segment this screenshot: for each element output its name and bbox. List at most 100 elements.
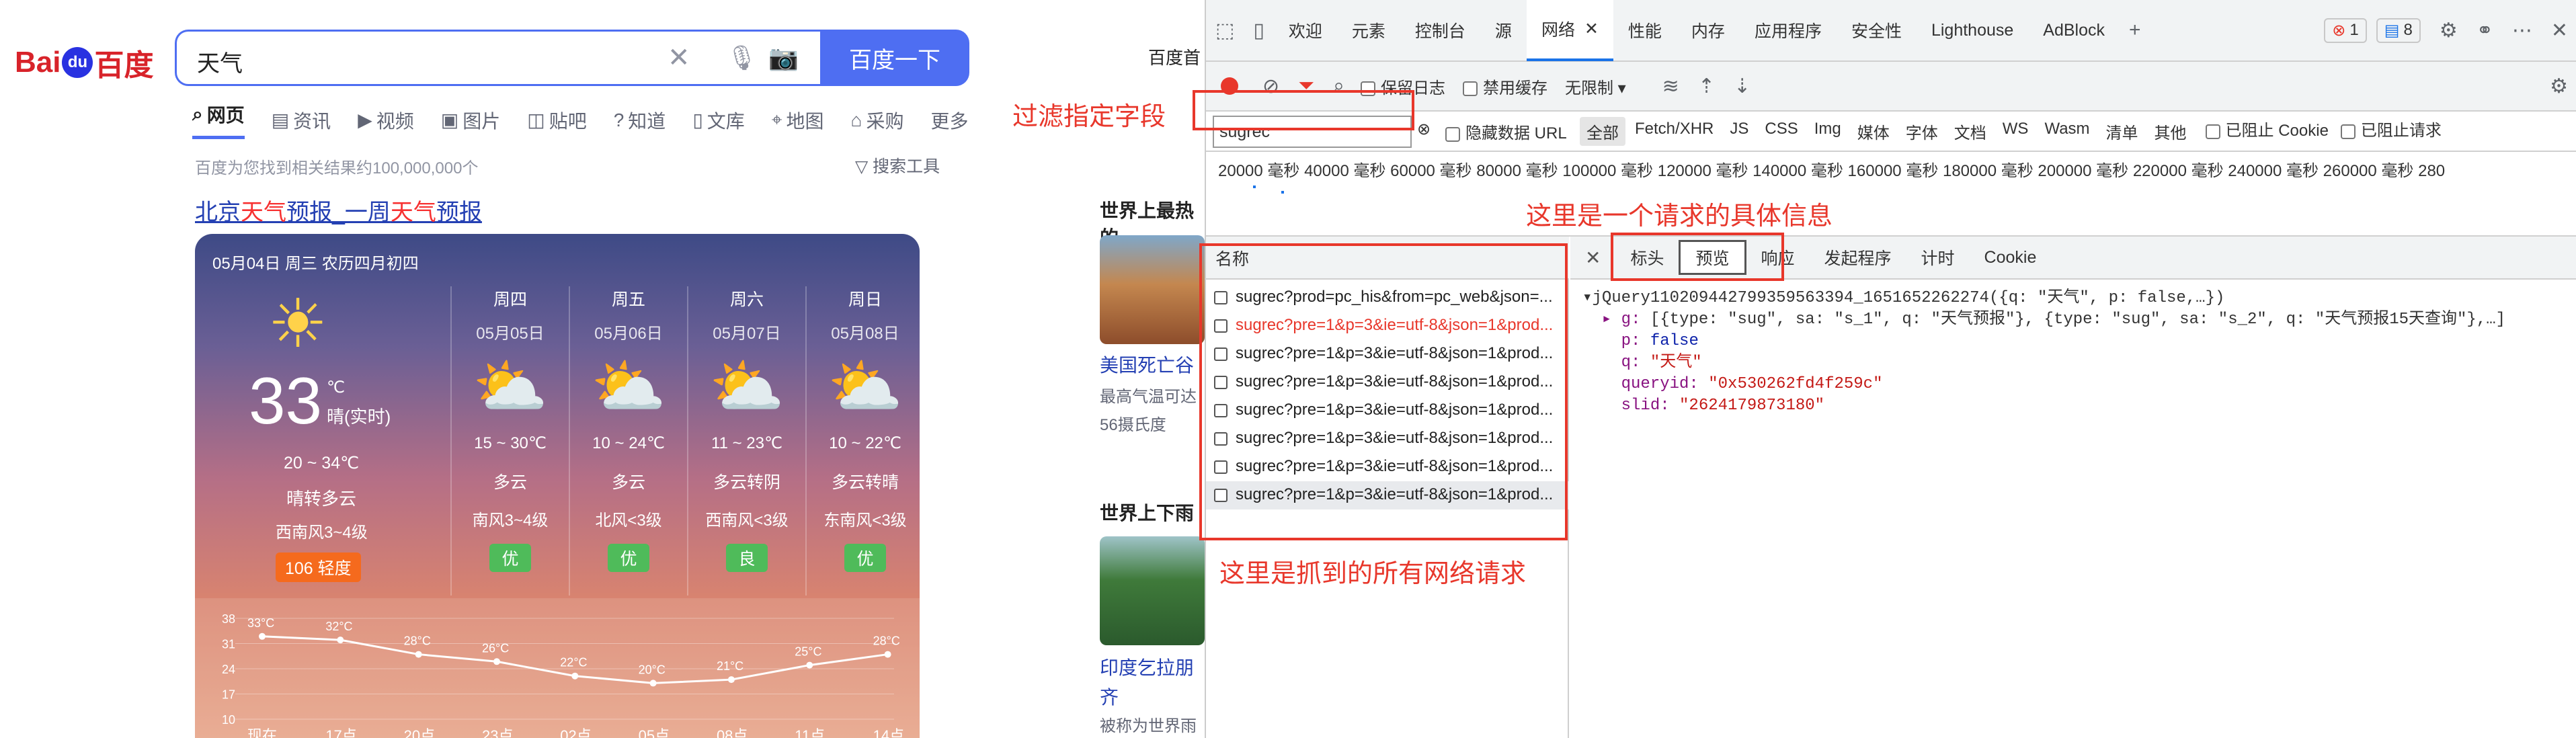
cherrapunji-image[interactable] bbox=[1100, 536, 1205, 645]
time-tick-label: 14点 bbox=[873, 727, 904, 738]
filter-wasm[interactable]: Wasm bbox=[2038, 117, 2096, 146]
tab-wenku[interactable]: ▯ 文库 bbox=[692, 101, 744, 139]
preview-slid-line: slid: "2624179873180" bbox=[1621, 397, 1825, 415]
gear-icon[interactable]: ⚙ bbox=[2430, 19, 2467, 42]
sun-icon: ☀ bbox=[268, 286, 328, 362]
camera-icon[interactable]: 📷 bbox=[768, 44, 799, 72]
close-detail-icon[interactable]: ✕ bbox=[1570, 247, 1615, 269]
preview-json-tree[interactable]: ▾jQuery110209442799359563394_16516522622… bbox=[1582, 288, 2505, 417]
tab-sources[interactable]: 源 bbox=[1480, 0, 1527, 61]
filter-ws[interactable]: WS bbox=[1996, 117, 2036, 146]
add-tab-icon[interactable]: + bbox=[2120, 19, 2150, 42]
image-icon: ▣ bbox=[440, 110, 459, 130]
tab-news[interactable]: ▤ 资讯 bbox=[272, 101, 331, 139]
related-link-cherrapunji-cont[interactable]: 齐 bbox=[1100, 683, 1119, 710]
tab-initiator[interactable]: 发起程序 bbox=[1810, 236, 1906, 279]
filter-font[interactable]: 字体 bbox=[1899, 117, 1945, 146]
tab-images[interactable]: ▣ 图片 bbox=[441, 101, 500, 139]
filter-js[interactable]: JS bbox=[1723, 117, 1755, 146]
tab-cookies[interactable]: Cookie bbox=[1970, 236, 2052, 279]
day-range: 10 ~ 22℃ bbox=[829, 434, 901, 452]
tab-map[interactable]: ⌖ 地图 bbox=[772, 101, 824, 139]
inspect-element-icon[interactable]: ⬚ bbox=[1206, 19, 1244, 42]
upload-icon[interactable]: ⇡ bbox=[1689, 75, 1724, 98]
tab-network[interactable]: 网络 ✕ bbox=[1526, 0, 1613, 61]
clear-icon[interactable]: ✕ bbox=[668, 42, 690, 73]
timeline-ticks: 20000 毫秒 40000 毫秒 60000 毫秒 80000 毫秒 1000… bbox=[1218, 162, 2446, 180]
preview-root-line[interactable]: ▾jQuery110209442799359563394_16516522622… bbox=[1582, 288, 2505, 309]
temp-data-label: 20°C bbox=[639, 663, 666, 676]
download-icon[interactable]: ⇣ bbox=[1724, 75, 1760, 98]
day-date: 05月08日 bbox=[831, 325, 899, 343]
baidu-home-link[interactable]: 百度首 bbox=[1148, 44, 1201, 69]
tab-video[interactable]: ▶ 视频 bbox=[358, 101, 414, 139]
wifi-icon[interactable]: ≋ bbox=[1653, 75, 1689, 98]
search-button[interactable]: 百度一下 bbox=[820, 30, 969, 86]
tab-purchase[interactable]: ⌂ 采购 bbox=[851, 101, 904, 139]
resource-type-filters: 全部 Fetch/XHR JS CSS Img 媒体 字体 文档 WS Wasm… bbox=[1580, 117, 2442, 146]
tab-performance[interactable]: 性能 bbox=[1613, 0, 1677, 61]
filter-css[interactable]: CSS bbox=[1758, 117, 1804, 146]
preview-g-line[interactable]: ▸ g: [{type: "sug", sa: "s_1", q: "天气预报"… bbox=[1582, 309, 2505, 331]
tab-web[interactable]: ⌕ 网页 bbox=[192, 101, 245, 139]
checkbox-icon bbox=[2340, 124, 2356, 139]
tab-timing[interactable]: 计时 bbox=[1906, 236, 1970, 279]
search-input[interactable]: 天气 ✕ 🎙 📷 bbox=[175, 30, 820, 86]
tab-adblock[interactable]: AdBlock bbox=[2028, 0, 2120, 61]
tab-lighthouse[interactable]: Lighthouse bbox=[1917, 0, 2028, 61]
tab-memory[interactable]: 内存 bbox=[1677, 0, 1740, 61]
temp-point bbox=[493, 658, 500, 665]
tab-tieba[interactable]: ◫ 贴吧 bbox=[527, 101, 586, 139]
weather-card[interactable]: 05月04日 周三 农历四月初四 ☀ 33 ℃ 晴(实时) 20 ~ 34℃ 晴… bbox=[195, 234, 920, 738]
day-aqi-badge: 优 bbox=[608, 544, 649, 572]
forecast-day: 周五 05月06日 ⛅ 10 ~ 24℃ 多云 北风<3级 优 bbox=[569, 286, 687, 596]
blocked-cookies-checkbox[interactable]: 已阻止 Cookie bbox=[2205, 117, 2329, 146]
filter-img[interactable]: Img bbox=[1808, 117, 1848, 146]
connect-icon[interactable]: ⚭ bbox=[2467, 19, 2503, 42]
tab-elements[interactable]: 元素 bbox=[1337, 0, 1400, 61]
result-title-link[interactable]: 北京天气预报_一周天气预报 bbox=[195, 194, 482, 227]
temp-data-label: 26°C bbox=[482, 641, 509, 655]
throttle-select[interactable]: 无限制 ▾ bbox=[1565, 75, 1626, 98]
tab-console[interactable]: 控制台 bbox=[1400, 0, 1480, 61]
clear-filter-icon[interactable]: ⊗ bbox=[1417, 120, 1431, 139]
tab-application[interactable]: 应用程序 bbox=[1740, 0, 1837, 61]
tab-more[interactable]: 更多 bbox=[930, 101, 968, 139]
filter-doc[interactable]: 文档 bbox=[1947, 117, 1993, 146]
temp-data-label: 22°C bbox=[560, 656, 587, 669]
forecast-day: 周日 05月08日 ⛅ 10 ~ 22℃ 多云转晴 东南风<3级 优 bbox=[805, 286, 920, 596]
filter-fetch-xhr[interactable]: Fetch/XHR bbox=[1628, 117, 1720, 146]
tab-welcome[interactable]: 欢迎 bbox=[1274, 0, 1337, 61]
related-link-death-valley[interactable]: 美国死亡谷 bbox=[1100, 351, 1194, 378]
filter-icon: ▽ bbox=[855, 157, 873, 176]
messages-badge[interactable]: ▤ 8 bbox=[2376, 17, 2421, 43]
hide-data-url-checkbox[interactable]: 隐藏数据 URL bbox=[1445, 120, 1567, 143]
disable-cache-checkbox[interactable]: 禁用缓存 bbox=[1462, 75, 1547, 98]
blocked-requests-checkbox[interactable]: 已阻止请求 bbox=[2340, 117, 2442, 146]
errors-badge[interactable]: ⊗ 1 bbox=[2324, 17, 2367, 43]
network-timeline[interactable]: 20000 毫秒 40000 毫秒 60000 毫秒 80000 毫秒 1000… bbox=[1206, 152, 2576, 237]
filter-manifest[interactable]: 清单 bbox=[2099, 117, 2145, 146]
baidu-logo[interactable]: Bai du 百度 bbox=[15, 39, 153, 86]
network-settings-gear-icon[interactable]: ⚙ bbox=[2540, 75, 2576, 98]
day-name: 周四 bbox=[493, 290, 527, 309]
y-tick-label: 24 bbox=[222, 663, 235, 676]
filter-media[interactable]: 媒体 bbox=[1851, 117, 1896, 146]
filter-other[interactable]: 其他 bbox=[2148, 117, 2193, 146]
close-icon[interactable]: ✕ bbox=[1584, 19, 1599, 39]
more-icon[interactable]: ⋯ bbox=[2503, 19, 2542, 42]
search-tools-button[interactable]: ▽ 搜索工具 bbox=[855, 153, 940, 177]
death-valley-image[interactable] bbox=[1100, 235, 1205, 344]
day-range: 15 ~ 30℃ bbox=[474, 434, 547, 452]
microphone-icon[interactable]: 🎙 bbox=[727, 44, 758, 72]
y-tick-label: 38 bbox=[222, 612, 235, 626]
close-devtools-icon[interactable]: ✕ bbox=[2542, 19, 2576, 42]
tab-zhidao[interactable]: ? 知道 bbox=[614, 101, 666, 139]
search-icon: ⌕ bbox=[192, 103, 203, 124]
question-icon: ? bbox=[613, 109, 625, 130]
tab-security[interactable]: 安全性 bbox=[1837, 0, 1917, 61]
related-link-cherrapunji[interactable]: 印度乞拉朋 bbox=[1100, 653, 1194, 680]
day-desc: 多云转阴 bbox=[713, 473, 780, 492]
device-toolbar-icon[interactable]: ▯ bbox=[1244, 19, 1274, 42]
filter-all[interactable]: 全部 bbox=[1580, 117, 1625, 146]
